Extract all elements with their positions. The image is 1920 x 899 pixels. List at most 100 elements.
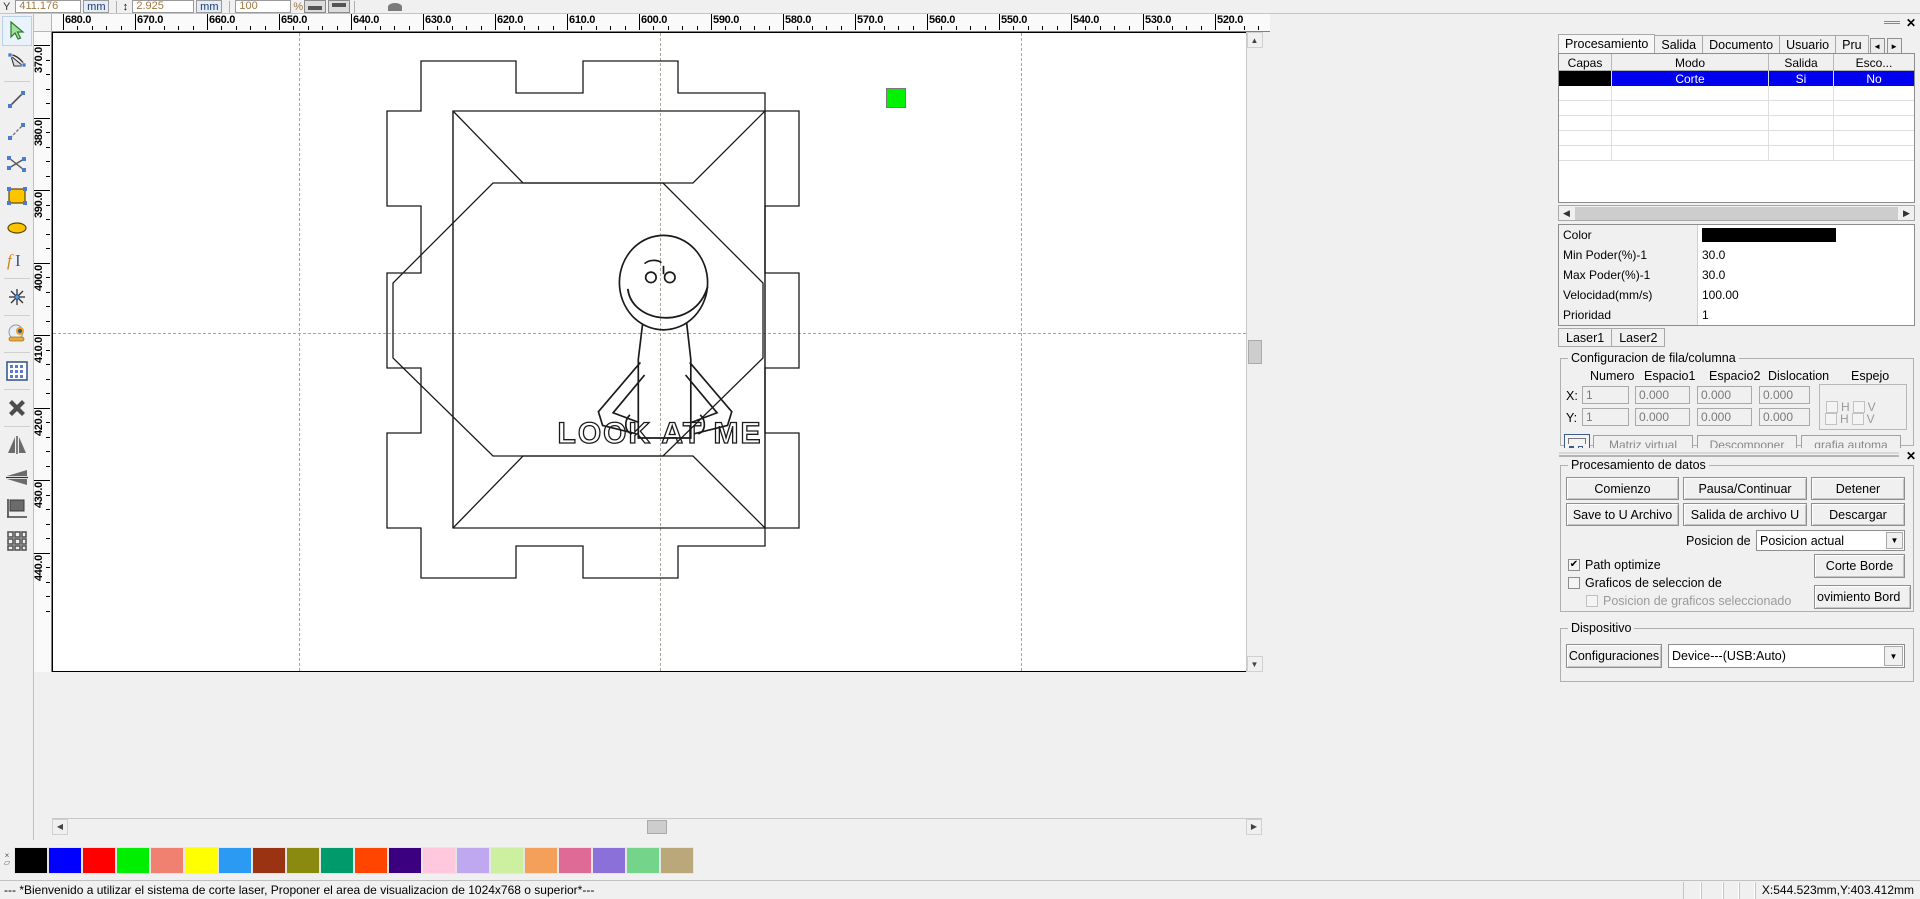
dock-grip[interactable]: [1559, 452, 1899, 457]
tab-scroll-prev-icon[interactable]: ◄: [1869, 38, 1885, 54]
palette-swatch[interactable]: [286, 846, 320, 874]
y-numero-input[interactable]: 1: [1582, 408, 1629, 426]
select-arrow-tool[interactable]: [1, 16, 32, 46]
tab-documento[interactable]: Documento: [1702, 35, 1781, 54]
vertical-ruler[interactable]: 370.0 380.0 390.0 400.0 410.0 420.0 430.0 440.0: [34, 32, 52, 672]
palette-swatch[interactable]: [592, 846, 626, 874]
ellipse-tool[interactable]: [2, 213, 32, 243]
processing-close-icon[interactable]: ✕: [1906, 450, 1916, 462]
panel-tabs[interactable]: Procesamiento Salida Documento Usuario Pru ◄ ►: [1558, 34, 1915, 54]
text-tool[interactable]: f I: [2, 245, 32, 275]
scroll-down-button[interactable]: ▼: [1246, 656, 1263, 672]
tab-scroll-next-icon[interactable]: ►: [1886, 38, 1902, 54]
tab-procesamiento[interactable]: Procesamiento: [1558, 34, 1656, 54]
horizontal-ruler[interactable]: 680.0 670.0 660.0 650.0 640.0 630.0 620.0 610.0…: [52, 14, 1270, 32]
position-dropdown[interactable]: Posicion actual ▼: [1756, 530, 1905, 551]
layer-row[interactable]: [1559, 101, 1914, 116]
origin-point-tool[interactable]: [2, 282, 32, 312]
scale-input[interactable]: 100: [235, 0, 292, 13]
palette-swatch[interactable]: [218, 846, 252, 874]
palette-swatch[interactable]: [660, 846, 694, 874]
color-swatch[interactable]: [1702, 228, 1836, 242]
property-value-max-power[interactable]: 30.0: [1698, 265, 1914, 285]
lens-icon[interactable]: [388, 2, 403, 11]
chevron-down-icon[interactable]: ▼: [1886, 532, 1903, 549]
y-mirror-h-checkbox[interactable]: [1825, 412, 1837, 425]
layer-row[interactable]: [1559, 116, 1914, 131]
download-button[interactable]: Descargar: [1811, 503, 1905, 526]
align-bottom-icon[interactable]: [304, 0, 327, 13]
property-value-min-power[interactable]: 30.0: [1698, 245, 1914, 265]
tab-usuario[interactable]: Usuario: [1779, 35, 1837, 54]
palette-swatch[interactable]: [524, 846, 558, 874]
palette-swatch[interactable]: [150, 846, 184, 874]
edge-cut-button[interactable]: Corte Borde: [1814, 554, 1905, 578]
device-dropdown[interactable]: Device---(USB:Auto) ▼: [1668, 644, 1905, 668]
scroll-track-h[interactable]: [68, 819, 1246, 835]
y-dislocation-input[interactable]: 0.000: [1759, 408, 1810, 426]
selection-marker[interactable]: [886, 88, 906, 108]
array-tool[interactable]: [2, 356, 32, 386]
property-row-color[interactable]: Color: [1559, 225, 1914, 245]
select-graphics-row[interactable]: Graficos de seleccion de: [1568, 576, 1722, 590]
tab-salida[interactable]: Salida: [1654, 35, 1704, 54]
layer-row[interactable]: [1559, 131, 1914, 146]
pause-continue-button[interactable]: Pausa/Continuar: [1683, 477, 1807, 500]
mirror-vertical-tool[interactable]: [2, 462, 32, 492]
node-edit-tool[interactable]: [2, 48, 32, 78]
palette-swatch[interactable]: [48, 846, 82, 874]
stop-button[interactable]: Detener: [1811, 477, 1905, 500]
palette-swatch[interactable]: [490, 846, 524, 874]
property-row-max-power[interactable]: Max Poder(%)-1 30.0: [1559, 265, 1914, 285]
property-value-color[interactable]: [1698, 225, 1914, 245]
panel-close-icon[interactable]: ✕: [1906, 17, 1916, 29]
scroll-left-button[interactable]: ◀: [52, 818, 68, 835]
palette-swatch[interactable]: [320, 846, 354, 874]
layer-row[interactable]: [1559, 146, 1914, 161]
palette-swatch[interactable]: [354, 846, 388, 874]
path-optimize-row[interactable]: Path optimize: [1568, 558, 1661, 572]
scroll-track-v[interactable]: [1247, 48, 1263, 656]
canvas-vertical-scrollbar[interactable]: ▲ ▼: [1246, 32, 1263, 672]
scroll-up-button[interactable]: ▲: [1246, 32, 1263, 48]
align-top-icon[interactable]: [328, 0, 351, 13]
layer-mode-cell[interactable]: Corte: [1612, 71, 1769, 86]
mirror-horizontal-tool[interactable]: [2, 430, 32, 460]
y-espacio2-input[interactable]: 0.000: [1697, 408, 1752, 426]
property-value-speed[interactable]: 100.00: [1698, 285, 1914, 305]
property-row-priority[interactable]: Prioridad 1: [1559, 305, 1914, 325]
y-mirror-v-checkbox[interactable]: [1851, 412, 1864, 425]
start-button[interactable]: Comienzo: [1566, 477, 1679, 500]
property-row-speed[interactable]: Velocidad(mm/s) 100.00: [1559, 285, 1914, 305]
device-settings-button[interactable]: Configuraciones: [1566, 644, 1662, 668]
layer-scroll-thumb[interactable]: [1575, 206, 1898, 220]
edge-move-button[interactable]: ovimiento Bord: [1814, 585, 1911, 609]
palette-handle[interactable]: × ▱: [0, 845, 14, 875]
palette-swatch[interactable]: [116, 846, 150, 874]
y-coordinate-input[interactable]: 411.176: [15, 0, 82, 13]
save-to-u-file-button[interactable]: Save to U Archivo: [1566, 503, 1679, 526]
u-file-output-button[interactable]: Salida de archivo U: [1683, 503, 1807, 526]
tab-pru[interactable]: Pru: [1835, 35, 1869, 54]
align-tool[interactable]: [2, 494, 32, 524]
x-espacio2-input[interactable]: 0.000: [1697, 386, 1752, 404]
property-value-priority[interactable]: 1: [1698, 305, 1914, 325]
rectangle-tool[interactable]: [2, 181, 32, 211]
scroll-thumb-h[interactable]: [647, 819, 667, 834]
position-graphics-checkbox[interactable]: [1586, 595, 1598, 607]
select-graphics-checkbox[interactable]: [1568, 577, 1580, 589]
design-canvas[interactable]: LOOK AT ME: [52, 32, 1252, 672]
grid-array-tool[interactable]: [2, 526, 32, 556]
y-espacio1-input[interactable]: 0.000: [1635, 408, 1690, 426]
palette-swatch[interactable]: [14, 846, 48, 874]
panel-collapse-icon[interactable]: [1884, 21, 1900, 24]
palette-swatch[interactable]: [626, 846, 660, 874]
palette-swatch[interactable]: [558, 846, 592, 874]
layer-color-swatch[interactable]: [1559, 71, 1612, 86]
palette-swatch[interactable]: [252, 846, 286, 874]
palette-swatch[interactable]: [456, 846, 490, 874]
layer-esco-cell[interactable]: No: [1834, 71, 1914, 86]
line-tool[interactable]: [2, 85, 32, 115]
x-espacio1-input[interactable]: 0.000: [1635, 386, 1690, 404]
path-optimize-checkbox[interactable]: [1568, 559, 1580, 571]
